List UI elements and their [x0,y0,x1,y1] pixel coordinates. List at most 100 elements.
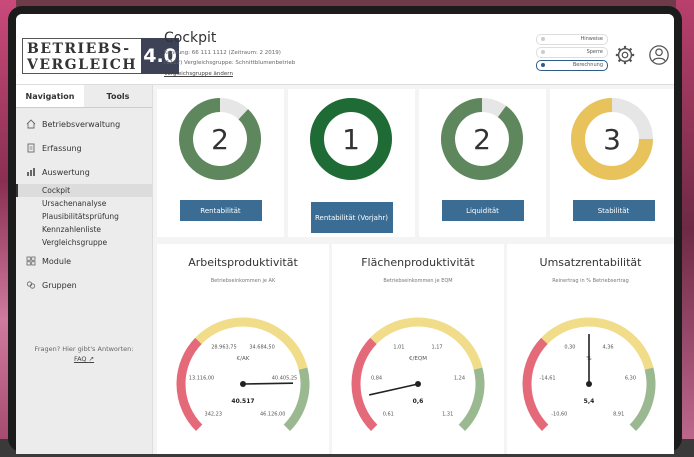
gauge-hub [415,381,421,387]
gauge-tick-label: 28.963,75 [211,345,236,351]
gauge-tick-label: 40.405,25 [272,375,297,381]
gauge-subtitle: Reinertrag in % Betriebsertrag [552,278,629,284]
gauge-tick-label: 8,91 [613,412,624,418]
gauge-tick-label: 6,30 [625,375,636,381]
score-card-rentabilitaet: 2 Rentabilität [157,89,284,237]
group-icon [26,281,36,289]
gauge-tick-label: 34.684,50 [249,345,274,351]
score-ring: 2 [179,98,261,180]
gauge-hub [586,381,592,387]
gauge-tick-label: 46.126,00 [260,412,285,418]
grid-icon [26,256,36,266]
gauge-segment [176,337,203,432]
gauge-title: Arbeitsproduktivität [188,256,298,269]
home-icon [26,119,36,129]
logo-line2: VERGLEICH [27,57,138,73]
sidebar-item-label: Betriebsverwaltung [42,119,121,129]
gauge-value: 0,6 [413,398,424,405]
tab-navigation[interactable]: Navigation [16,85,84,107]
logo-line1: BETRIEBS- [27,41,131,57]
rentabilitaet-vorjahr-button[interactable]: Rentabilität (Vorjahr) [310,202,393,233]
gauge-subtitle: Betriebseinkommen je AK [210,278,276,284]
score-ring: 2 [441,98,523,180]
meta-kennung: Kennung: 66 111 1112 (Zeitraum: 2 2019) [164,50,281,56]
filter-toggles: Hinweise Sperre Berechnung [536,34,608,73]
help-section: Fragen? Hier gibt's Antworten: FAQ ↗ [16,345,152,363]
logo-text: BETRIEBS- VERGLEICH [22,38,142,74]
toggle-dot-icon [541,37,545,41]
gauge-card-arbeitsproduktivitaet: Arbeitsproduktivität Betriebseinkommen j… [157,244,329,454]
gauge-tick-label: 0,30 [564,345,575,351]
score-value: 1 [342,123,360,156]
sidebar-item-label: Gruppen [42,280,77,290]
gauge-dial: 342,23 13.116,00 28.963,75 34.684,50 40.405,… [176,317,310,432]
sidebar-item-label: Erfassung [42,143,82,153]
faq-link[interactable]: FAQ ↗ [16,355,152,363]
gauge-subtitle: Betriebseinkommen je EQM [383,278,453,284]
stabilitaet-button[interactable]: Stabilität [572,200,655,221]
score-ring: 1 [310,98,392,180]
gauge-card-flaechenproduktivitaet: Flächenproduktivität Betriebseinkommen j… [332,244,504,454]
gauge-value: 5,4 [584,398,595,405]
gauge-tick-label: 0,84 [371,375,382,381]
gauge-dial: 0,61 0,84 1,01 1,17 1,24 1,31 €/EQM 0,6 [351,317,485,432]
gauge-tick-label: 0,61 [383,412,394,418]
gauge-tick-label: 1,17 [431,345,442,351]
filter-hinweise[interactable]: Hinweise [536,34,608,45]
sidebar-item-betriebsverwaltung[interactable]: Betriebsverwaltung [16,112,152,136]
gauge-tick-label: -10,60 [551,412,567,418]
score-value: 3 [603,123,621,156]
external-link-icon: ↗ [88,355,95,363]
gauge-unit: €/AK [237,356,250,362]
gear-icon[interactable] [614,44,636,66]
header: BETRIEBS- VERGLEICH 4.0 Cockpit Kennung:… [16,14,674,85]
app-window: BETRIEBS- VERGLEICH 4.0 Cockpit Kennung:… [16,14,674,454]
gauge-title: Flächenproduktivität [361,256,475,269]
gauge-segment [541,317,654,370]
gauge-tick-label: 1,01 [393,345,404,351]
gauge-unit: €/EQM [409,356,427,362]
user-icon[interactable] [648,44,670,66]
sidebar-item-module[interactable]: Module [16,249,152,273]
sidebar-subitem-kennzahlenliste[interactable]: Kennzahlenliste [16,223,152,236]
score-ring: 3 [571,98,653,180]
gauge-tick-label: 1,31 [442,412,453,418]
change-group-link[interactable]: Vergleichsgruppe ändern [164,71,233,77]
page-title: Cockpit [164,30,217,46]
sidebar-subitem-ursachenanalyse[interactable]: Ursachenanalyse [16,197,152,210]
app-logo[interactable]: BETRIEBS- VERGLEICH 4.0 [22,38,180,74]
sidebar: Navigation Tools Betriebsverwaltung Erfa… [16,85,153,454]
sidebar-item-auswertung[interactable]: Auswertung [16,160,152,184]
sidebar-item-label: Auswertung [42,167,90,177]
gauge-tick-label: 342,23 [205,412,223,418]
gauge-needle [242,382,294,385]
gauge-needle [369,383,419,396]
liquiditaet-button[interactable]: Liquidität [441,200,524,221]
gauge-tick-label: 1,24 [454,375,465,381]
score-cards: 2 Rentabilität 1 Rentabilität (Vorjahr) … [153,85,674,241]
help-text: Fragen? Hier gibt's Antworten: [34,345,134,353]
gauge-tick-label: -14,61 [539,375,555,381]
score-value: 2 [211,123,229,156]
gauge-hub [240,381,246,387]
sidebar-item-label: Module [42,256,72,266]
sidebar-subitem-plausibilitaet[interactable]: Plausibilitätsprüfung [16,210,152,223]
score-card-stabilitaet: 3 Stabilität [550,89,674,237]
gauge-segment [522,337,549,432]
sidebar-item-erfassung[interactable]: Erfassung [16,136,152,160]
sidebar-item-gruppen[interactable]: Gruppen [16,273,152,297]
rentabilitaet-button[interactable]: Rentabilität [179,200,262,221]
sidebar-subitem-cockpit[interactable]: Cockpit [16,184,152,197]
sidebar-subitem-vergleichsgruppe[interactable]: Vergleichsgruppe [16,236,152,249]
toggle-dot-icon [541,50,545,54]
document-icon [27,143,35,153]
gauge-tick-label: 4,36 [602,345,613,351]
toggle-dot-icon [541,63,545,67]
filter-berechnung[interactable]: Berechnung [536,60,608,71]
meta-vergleichsgruppe: (1112) Vergleichsgruppe: Schnittblumenbe… [164,60,296,66]
gauge-title: Umsatzrentabilität [539,256,642,269]
tab-tools[interactable]: Tools [84,85,152,107]
gauge-value: 40.517 [231,398,254,405]
score-value: 2 [473,123,491,156]
filter-sperre[interactable]: Sperre [536,47,608,58]
